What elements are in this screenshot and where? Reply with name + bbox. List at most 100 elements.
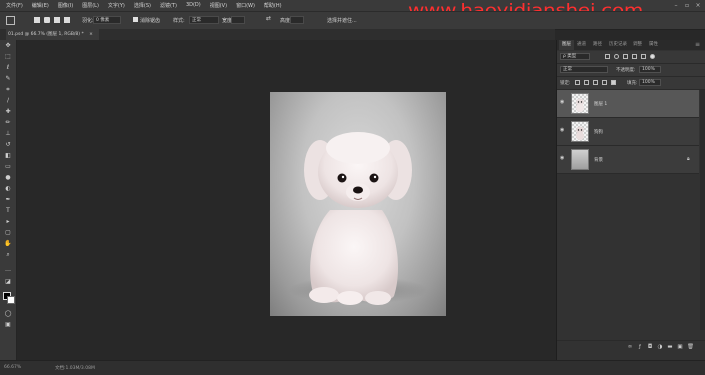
height-input[interactable] bbox=[290, 16, 304, 24]
width-input[interactable] bbox=[231, 16, 245, 24]
filter-smart-icon[interactable] bbox=[641, 54, 646, 59]
type-tool-icon[interactable]: T bbox=[3, 207, 13, 214]
maximize-icon[interactable]: ▫ bbox=[683, 2, 691, 9]
tab-properties[interactable]: 属性 bbox=[649, 40, 658, 50]
feather-input[interactable]: 0 像素 bbox=[93, 16, 121, 24]
quick-mask-icon[interactable]: ◯ bbox=[3, 310, 13, 317]
lock-pixels-icon[interactable] bbox=[584, 80, 589, 85]
style-select[interactable]: 正常 bbox=[189, 16, 219, 24]
tab-layers[interactable]: 图层 bbox=[559, 40, 574, 50]
menu-file[interactable]: 文件(F) bbox=[6, 2, 23, 9]
lock-transparent-icon[interactable] bbox=[575, 80, 580, 85]
dodge-tool-icon[interactable]: ◐ bbox=[3, 185, 13, 192]
opacity-input[interactable]: 100% bbox=[639, 66, 661, 73]
tab-paths[interactable]: 路径 bbox=[593, 40, 602, 50]
document-canvas[interactable] bbox=[270, 92, 446, 316]
move-tool-icon[interactable]: ✥ bbox=[3, 42, 13, 49]
more-tools-icon[interactable]: … bbox=[3, 266, 13, 273]
menu-filter[interactable]: 滤镜(T) bbox=[160, 2, 177, 9]
tool-preset-icon[interactable] bbox=[6, 16, 15, 25]
blend-row: 正常 不透明度: 100% bbox=[557, 64, 705, 77]
lock-position-icon[interactable] bbox=[593, 80, 598, 85]
menu-help[interactable]: 帮助(H) bbox=[264, 2, 282, 9]
trash-icon[interactable]: 🗑︎ bbox=[687, 344, 694, 350]
hand-tool-icon[interactable]: ✋ bbox=[3, 240, 13, 247]
menu-select[interactable]: 选择(S) bbox=[134, 2, 151, 9]
tab-history[interactable]: 历史记录 bbox=[609, 40, 627, 50]
shape-tool-icon[interactable]: ▢ bbox=[3, 229, 13, 236]
path-select-icon[interactable]: ▸ bbox=[3, 218, 13, 225]
fx-icon[interactable]: ƒ bbox=[637, 344, 643, 350]
panel-menu-icon[interactable]: ≡ bbox=[695, 40, 700, 50]
eye-icon[interactable]: ◉ bbox=[560, 156, 566, 161]
dog-thumb-icon bbox=[576, 98, 584, 112]
layer-row[interactable]: ◉ 图层 1 bbox=[557, 90, 699, 118]
zoom-level[interactable]: 66.67% bbox=[4, 365, 21, 370]
menu-image[interactable]: 图像(I) bbox=[58, 2, 73, 9]
opacity-label: 不透明度: bbox=[616, 68, 636, 73]
swap-icon[interactable]: ⇄ bbox=[266, 15, 271, 22]
pen-tool-icon[interactable]: ✒ bbox=[3, 196, 13, 203]
screen-mode-icon[interactable]: ▣ bbox=[3, 321, 13, 328]
close-tab-icon[interactable]: × bbox=[89, 32, 93, 37]
marquee-tool-icon[interactable]: ⬚ bbox=[3, 53, 13, 60]
lock-all-icon[interactable] bbox=[611, 80, 616, 85]
layers-panel: 图层 通道 路径 历史记录 调整 属性 ≡ ρ 类型 正常 不透明度: 100%… bbox=[556, 40, 705, 360]
link-layers-icon[interactable]: ∞ bbox=[627, 344, 633, 350]
new-selection-icon[interactable] bbox=[34, 17, 40, 23]
background-color-swatch[interactable] bbox=[7, 296, 15, 304]
quick-select-tool-icon[interactable]: ✎ bbox=[3, 75, 13, 82]
menu-type[interactable]: 文字(Y) bbox=[108, 2, 125, 9]
layer-row[interactable]: ◉ 背景 🔒︎ bbox=[557, 146, 699, 174]
filter-shape-icon[interactable] bbox=[632, 54, 637, 59]
menu-window[interactable]: 窗口(W) bbox=[236, 2, 255, 9]
gradient-tool-icon[interactable]: ▭ bbox=[3, 163, 13, 170]
tab-channels[interactable]: 通道 bbox=[577, 40, 586, 50]
tab-adjustments[interactable]: 调整 bbox=[633, 40, 642, 50]
filter-pixel-icon[interactable] bbox=[605, 54, 610, 59]
default-colors-icon[interactable]: ◪ bbox=[3, 278, 13, 285]
close-window-icon[interactable]: × bbox=[694, 2, 702, 9]
blend-mode-select[interactable]: 正常 bbox=[560, 66, 608, 73]
menu-view[interactable]: 视图(V) bbox=[210, 2, 227, 9]
clone-stamp-icon[interactable]: ⊥ bbox=[3, 130, 13, 137]
healing-brush-icon[interactable]: ✚ bbox=[3, 108, 13, 115]
filter-toggle-icon[interactable] bbox=[650, 54, 655, 59]
layer-name: 狗狗 bbox=[594, 130, 603, 135]
tools-panel: ✥ ⬚ ℓ ✎ ⌗ ∕ ✚ ✏ ⊥ ↺ ◧ ▭ ● ◐ ✒ T ▸ ▢ ✋ ⌕ … bbox=[0, 40, 17, 360]
panel-scrollbar[interactable] bbox=[700, 90, 705, 330]
canvas-area[interactable] bbox=[17, 40, 555, 360]
menu-3d[interactable]: 3D(D) bbox=[186, 2, 201, 9]
filter-kind-select[interactable]: ρ 类型 bbox=[560, 53, 590, 60]
filter-type-icon[interactable] bbox=[623, 54, 628, 59]
add-mask-icon[interactable]: ◘ bbox=[647, 344, 653, 350]
zoom-tool-icon[interactable]: ⌕ bbox=[3, 251, 13, 258]
eyedropper-tool-icon[interactable]: ∕ bbox=[3, 97, 13, 104]
group-icon[interactable]: ▬ bbox=[667, 344, 673, 350]
antialias-checkbox[interactable] bbox=[133, 17, 138, 22]
fill-input[interactable]: 100% bbox=[639, 79, 661, 86]
crop-tool-icon[interactable]: ⌗ bbox=[3, 86, 13, 93]
brush-tool-icon[interactable]: ✏ bbox=[3, 119, 13, 126]
select-and-mask-button[interactable]: 选择并遮住... bbox=[327, 17, 357, 24]
subtract-selection-icon[interactable] bbox=[54, 17, 60, 23]
intersect-selection-icon[interactable] bbox=[64, 17, 70, 23]
lasso-tool-icon[interactable]: ℓ bbox=[3, 64, 13, 71]
lock-artboard-icon[interactable] bbox=[602, 80, 607, 85]
new-layer-icon[interactable]: ▣ bbox=[677, 344, 683, 350]
layer-row[interactable]: ◉ 狗狗 bbox=[557, 118, 699, 146]
menu-layer[interactable]: 图层(L) bbox=[82, 2, 99, 9]
filter-adjust-icon[interactable] bbox=[614, 54, 619, 59]
eye-icon[interactable]: ◉ bbox=[560, 128, 566, 133]
add-selection-icon[interactable] bbox=[44, 17, 50, 23]
adjustment-layer-icon[interactable]: ◑ bbox=[657, 344, 663, 350]
document-tab[interactable]: 01.psd @ 66.7% (图层 1, RGB/8) * × bbox=[6, 29, 99, 40]
panel-tabs: 图层 通道 路径 历史记录 调整 属性 ≡ bbox=[557, 40, 705, 50]
minimize-icon[interactable]: – bbox=[672, 2, 680, 9]
eraser-tool-icon[interactable]: ◧ bbox=[3, 152, 13, 159]
blur-tool-icon[interactable]: ● bbox=[3, 174, 13, 181]
menu-edit[interactable]: 编辑(E) bbox=[32, 2, 49, 9]
eye-icon[interactable]: ◉ bbox=[560, 100, 566, 105]
history-brush-icon[interactable]: ↺ bbox=[3, 141, 13, 148]
layer-name: 背景 bbox=[594, 158, 603, 163]
